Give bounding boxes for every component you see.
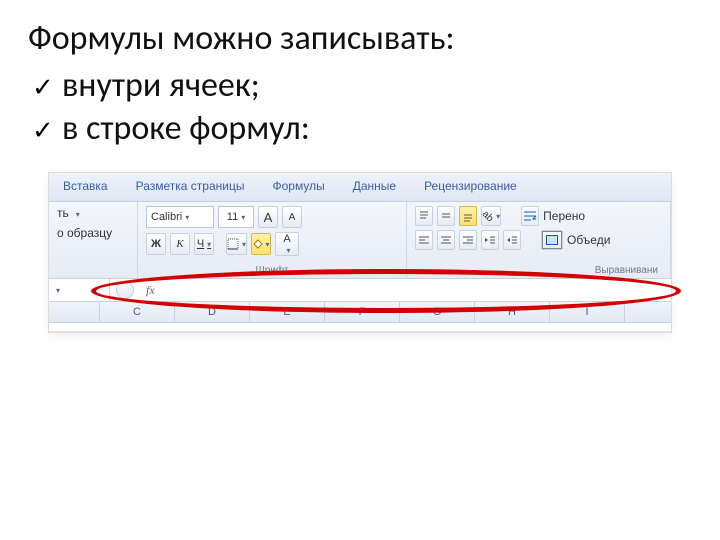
- formula-input[interactable]: [161, 279, 671, 301]
- excel-screenshot: Вставка Разметка страницы Формулы Данные…: [48, 172, 672, 333]
- merge-icon: [542, 231, 562, 249]
- col-F[interactable]: F: [325, 302, 400, 322]
- indent-left-icon: [484, 234, 496, 246]
- underline-button[interactable]: Ч: [194, 233, 214, 255]
- tab-formulas[interactable]: Формулы: [258, 173, 338, 201]
- orientation-icon: ab: [480, 208, 496, 224]
- check-icon: ✓: [32, 114, 54, 147]
- group-clipboard: ть о образцу: [49, 202, 138, 278]
- grow-font-button[interactable]: А: [258, 206, 278, 228]
- col-I[interactable]: I: [550, 302, 625, 322]
- insert-function-round[interactable]: [116, 281, 134, 299]
- fx-icon[interactable]: fx: [146, 283, 155, 298]
- font-size-combo[interactable]: 11: [218, 206, 254, 228]
- col-H[interactable]: H: [475, 302, 550, 322]
- group-font: Calibri 11 А А Ж К Ч: [138, 202, 407, 278]
- border-button[interactable]: [226, 233, 247, 255]
- align-center-icon: [440, 234, 452, 246]
- bullet-1-text: внутри ячеек;: [62, 65, 260, 106]
- tab-page-layout[interactable]: Разметка страницы: [122, 173, 259, 201]
- col-D[interactable]: D: [175, 302, 250, 322]
- align-top-icon: [418, 210, 430, 222]
- bullet-1: ✓внутри ячеек;: [32, 65, 692, 108]
- group-alignment: ab Перено: [407, 202, 671, 278]
- italic-button[interactable]: К: [170, 233, 190, 255]
- bullet-list: ✓внутри ячеек; ✓в строке формул:: [32, 65, 692, 150]
- shrink-font-button[interactable]: А: [282, 206, 302, 228]
- align-top-button[interactable]: [415, 206, 433, 226]
- name-box[interactable]: [49, 279, 110, 301]
- align-left-icon: [418, 234, 430, 246]
- check-icon: ✓: [32, 71, 54, 104]
- align-bottom-icon: [462, 210, 474, 222]
- border-icon: [227, 238, 239, 250]
- bullet-2-text: в строке формул:: [62, 108, 310, 149]
- align-right-icon: [462, 234, 474, 246]
- align-right-button[interactable]: [459, 230, 477, 250]
- tab-data[interactable]: Данные: [339, 173, 410, 201]
- increase-indent-button[interactable]: [503, 230, 521, 250]
- format-painter-fragment[interactable]: о образцу: [57, 226, 112, 240]
- col-E[interactable]: E: [250, 302, 325, 322]
- decrease-indent-button[interactable]: [481, 230, 499, 250]
- align-middle-icon: [440, 210, 452, 222]
- indent-right-icon: [506, 234, 518, 246]
- group-label-font: Шрифт: [146, 265, 398, 276]
- orientation-button[interactable]: ab: [481, 206, 501, 226]
- group-label-alignment: Выравнивани: [415, 265, 662, 276]
- bullet-2: ✓в строке формул:: [32, 108, 692, 151]
- align-left-button[interactable]: [415, 230, 433, 250]
- merge-label: Объеди: [567, 233, 610, 247]
- ribbon-tabs: Вставка Разметка страницы Формулы Данные…: [49, 173, 671, 202]
- font-color-letter: А: [283, 234, 290, 245]
- wrap-text-label: Перено: [543, 209, 585, 223]
- wrap-text-icon: [523, 210, 537, 222]
- align-center-button[interactable]: [437, 230, 455, 250]
- group-label-clipboard: [57, 265, 129, 276]
- font-color-button[interactable]: А: [275, 232, 299, 256]
- fill-color-button[interactable]: [251, 233, 271, 255]
- column-headers: C D E F G H I: [49, 302, 671, 323]
- grid-row[interactable]: [49, 323, 671, 332]
- slide-title: Формулы можно записывать:: [28, 18, 692, 59]
- col-G[interactable]: G: [400, 302, 475, 322]
- tab-review[interactable]: Рецензирование: [410, 173, 531, 201]
- bold-button[interactable]: Ж: [146, 233, 166, 255]
- align-bottom-button[interactable]: [459, 206, 477, 226]
- paste-button-fragment[interactable]: ть: [57, 206, 69, 220]
- merge-button[interactable]: [541, 230, 563, 250]
- dropdown-icon[interactable]: [73, 206, 80, 220]
- ribbon-body: ть о образцу Calibri 11 А А: [49, 202, 671, 279]
- formula-bar: fx: [49, 279, 671, 302]
- align-middle-button[interactable]: [437, 206, 455, 226]
- font-name-combo[interactable]: Calibri: [146, 206, 214, 228]
- bucket-icon: [253, 239, 263, 249]
- wrap-text-button[interactable]: [521, 206, 539, 226]
- col-C[interactable]: C: [100, 302, 175, 322]
- tab-insert[interactable]: Вставка: [49, 173, 122, 201]
- col-gutter[interactable]: [49, 302, 100, 322]
